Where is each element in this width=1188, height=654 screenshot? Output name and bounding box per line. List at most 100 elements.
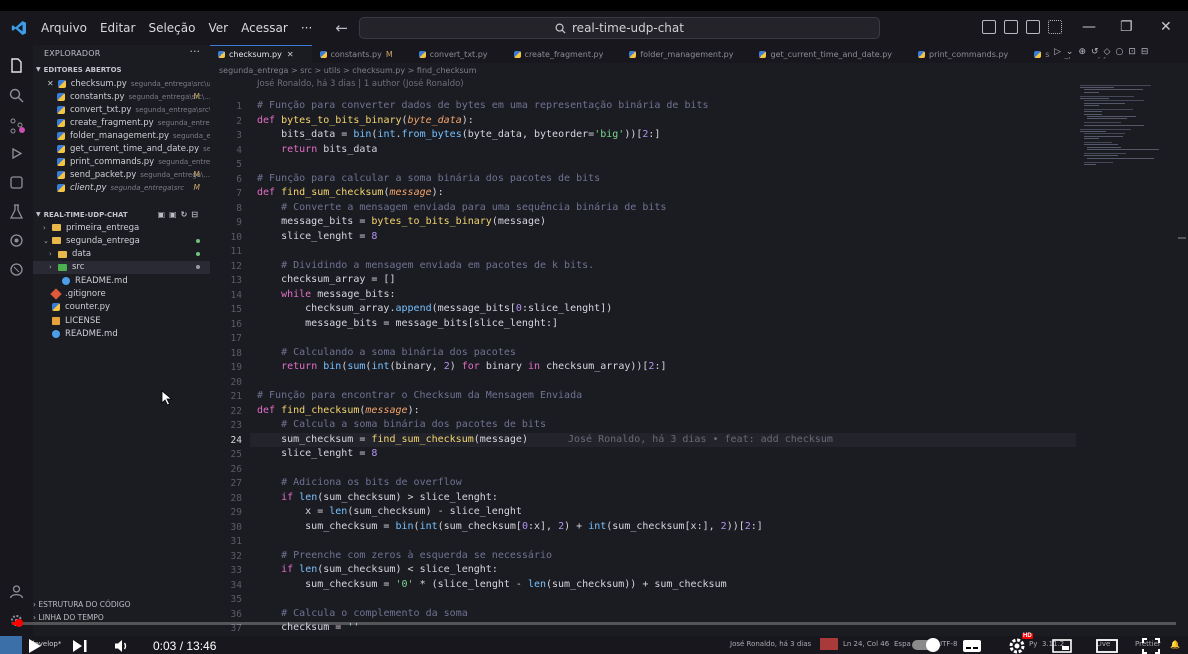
open-editor-item[interactable]: folder_management.pysegunda_entreg... (33, 129, 210, 142)
video-progress-track[interactable] (12, 622, 1176, 625)
editor-tab[interactable]: create_fragment.py (506, 45, 622, 63)
open-editor-item[interactable]: print_commands.pysegunda_entrega\sr... (33, 155, 210, 168)
file-tree-item[interactable]: › src (33, 260, 210, 274)
file-tree-item[interactable]: counter.py (33, 301, 210, 314)
code-line[interactable]: x = len(sum_checksum) - slice_lenght (257, 506, 522, 517)
code-line[interactable]: checksum_array.append(message_bits[0:sli… (257, 303, 612, 314)
open-editor-item[interactable]: convert_txt.pysegunda_entrega\src\utils (33, 103, 210, 116)
testing-flask-icon[interactable] (8, 203, 25, 220)
explorer-icon[interactable] (8, 57, 25, 74)
file-tree-item[interactable]: › primeira_entrega (33, 221, 210, 234)
editor-tab[interactable]: folder_management.py (621, 45, 751, 63)
code-line[interactable]: message_bits = bytes_to_bits_binary(mess… (257, 216, 546, 227)
code-line[interactable]: return bits_data (257, 144, 377, 155)
search-sidebar-icon[interactable] (8, 87, 25, 104)
toggle-sidebar-icon[interactable] (982, 20, 996, 34)
file-tree-item[interactable]: .gitignore (33, 288, 210, 301)
editor-tab[interactable]: constants.py M (312, 45, 411, 63)
autoplay-toggle[interactable] (912, 638, 940, 652)
restore-icon[interactable]: ❐ (1120, 19, 1133, 35)
code-line[interactable]: slice_lenght = 8 (257, 231, 377, 242)
explorer-actions-icons[interactable]: ▣▣↻⊟ (157, 210, 202, 219)
code-line[interactable]: bits_data = bin(int.from_bytes(byte_data… (257, 129, 660, 140)
notifications-bell-icon[interactable]: 🔔 (1170, 640, 1180, 649)
menu-more[interactable]: ··· (301, 21, 312, 35)
status-language[interactable]: Py (1029, 640, 1037, 648)
run-debug-icon[interactable] (8, 145, 25, 162)
next-video-icon[interactable] (72, 639, 88, 653)
settings-gear-icon[interactable] (1008, 637, 1026, 654)
outline-section-header[interactable]: › ESTRUTURA DO CÓDIGO (33, 600, 131, 609)
source-control-icon[interactable] (8, 117, 25, 134)
menu-acessar[interactable]: Acessar (241, 21, 288, 35)
code-line[interactable]: # Converte a mensagem enviada para uma s… (257, 202, 666, 213)
status-spaces[interactable]: Espa (894, 640, 911, 648)
timeline-section-header[interactable]: › LINHA DO TEMPO (33, 613, 104, 622)
code-line[interactable]: # Preenche com zeros à esquerda se neces… (257, 550, 552, 561)
code-line[interactable]: slice_lenght = 8 (257, 448, 377, 459)
open-editor-item[interactable]: constants.py segunda_entrega\src\... M (33, 90, 210, 103)
toggle-secondary-sidebar-icon[interactable] (1026, 20, 1040, 34)
open-editor-item[interactable]: create_fragment.pysegunda_entrega\sr... (33, 116, 210, 129)
volume-icon[interactable] (114, 639, 130, 653)
code-line[interactable]: message_bits = message_bits[slice_lenght… (257, 318, 558, 329)
code-line[interactable]: # Adiciona os bits de overflow (257, 477, 462, 488)
code-line[interactable]: # Calcula o complemento da soma (257, 608, 468, 619)
code-line[interactable]: # Função para encontrar o Checksum da Me… (257, 390, 582, 401)
code-line[interactable]: sum_checksum = '0' * (slice_lenght - len… (257, 579, 726, 590)
code-line[interactable]: # Função para calcular a soma binária do… (257, 173, 600, 184)
file-tree-item[interactable]: ⌄ segunda_entrega (33, 234, 210, 247)
fullscreen-icon[interactable] (1142, 638, 1160, 654)
file-tree-item[interactable]: LICENSE (33, 314, 210, 327)
breadcrumb[interactable]: segunda_entrega > src > utils > checksum… (219, 66, 477, 75)
account-icon[interactable] (8, 583, 25, 600)
code-line[interactable]: # Função para converter dados de bytes e… (257, 100, 709, 111)
remote-explorer-icon[interactable] (8, 174, 25, 191)
subtitles-icon[interactable] (962, 639, 982, 653)
code-line[interactable]: # Calcula a soma binária dos pacotes de … (257, 419, 546, 430)
back-arrow-icon[interactable]: ← (335, 19, 348, 37)
play-icon[interactable] (28, 638, 42, 654)
status-encoding[interactable]: UTF-8 (937, 640, 957, 648)
code-line[interactable]: return bin(sum(int(binary, 2) for binary… (257, 361, 666, 372)
close-icon[interactable]: ✕ (287, 50, 294, 59)
editor-tab[interactable]: checksum.py ✕ (210, 45, 312, 63)
file-tree-item[interactable]: README.md (33, 274, 210, 287)
code-line[interactable]: def bytes_to_bits_binary(byte_data): (257, 115, 474, 126)
toggle-panel-icon[interactable] (1004, 20, 1018, 34)
editor-tab[interactable]: convert_txt.py (411, 45, 506, 63)
customize-layout-icon[interactable] (1048, 20, 1062, 34)
code-line[interactable]: checksum_array = [] (257, 274, 395, 285)
minimap[interactable] (1080, 85, 1175, 175)
minimize-icon[interactable]: — (1082, 19, 1096, 35)
editor-actions-icons[interactable]: ▷⌄⊕↺◇○⊡⊟ (1050, 47, 1154, 57)
project-header[interactable]: ▼ REAL-TIME-UDP-CHAT ▣▣↻⊟ (33, 208, 210, 221)
open-editors-header[interactable]: ▼ EDITORES ABERTOS (33, 63, 210, 76)
remote-indicator[interactable] (0, 636, 22, 654)
status-blame[interactable]: José Ronaldo, há 3 dias (730, 640, 811, 648)
extensions-icon[interactable] (8, 232, 25, 249)
video-scrubber-handle[interactable] (15, 619, 23, 627)
code-line[interactable]: if len(sum_checksum) < slice_lenght: (257, 564, 498, 575)
status-error-badge[interactable] (820, 638, 838, 650)
miniplayer-icon[interactable] (1052, 639, 1072, 653)
menu-selecao[interactable]: Seleção (148, 21, 195, 35)
code-line[interactable]: sum_checksum = bin(int(sum_checksum[0:x]… (257, 521, 763, 532)
explorer-more-icon[interactable]: ··· (190, 45, 201, 58)
menu-arquivo[interactable]: Arquivo (41, 21, 87, 35)
code-line[interactable]: def find_sum_checksum(message): (257, 187, 444, 198)
git-graph-icon[interactable] (8, 261, 25, 278)
open-editor-item[interactable]: send_packet.py segunda_entrega\... M (33, 168, 210, 181)
editor-tab[interactable]: print_commands.py (910, 45, 1026, 63)
close-icon[interactable]: ✕ (47, 79, 54, 88)
code-line[interactable]: def find_checksum(message): (257, 405, 420, 416)
open-editor-item[interactable]: client.py segunda_entrega\src M (33, 181, 210, 194)
theater-mode-icon[interactable] (1096, 639, 1118, 653)
codelens-blame[interactable]: José Ronaldo, há 3 dias | 1 author (José… (257, 79, 464, 89)
code-line[interactable]: while message_bits: (257, 289, 395, 300)
close-icon[interactable]: ✕ (1160, 19, 1172, 35)
open-editor-item[interactable]: get_current_time_and_date.pysegunda... (33, 142, 210, 155)
status-position[interactable]: Ln 24, Col 46 (843, 640, 889, 648)
code-line[interactable]: # Dividindo a mensagem enviada em pacote… (257, 260, 594, 271)
code-editor[interactable]: 1 # Função para converter dados de bytes … (210, 91, 1076, 636)
